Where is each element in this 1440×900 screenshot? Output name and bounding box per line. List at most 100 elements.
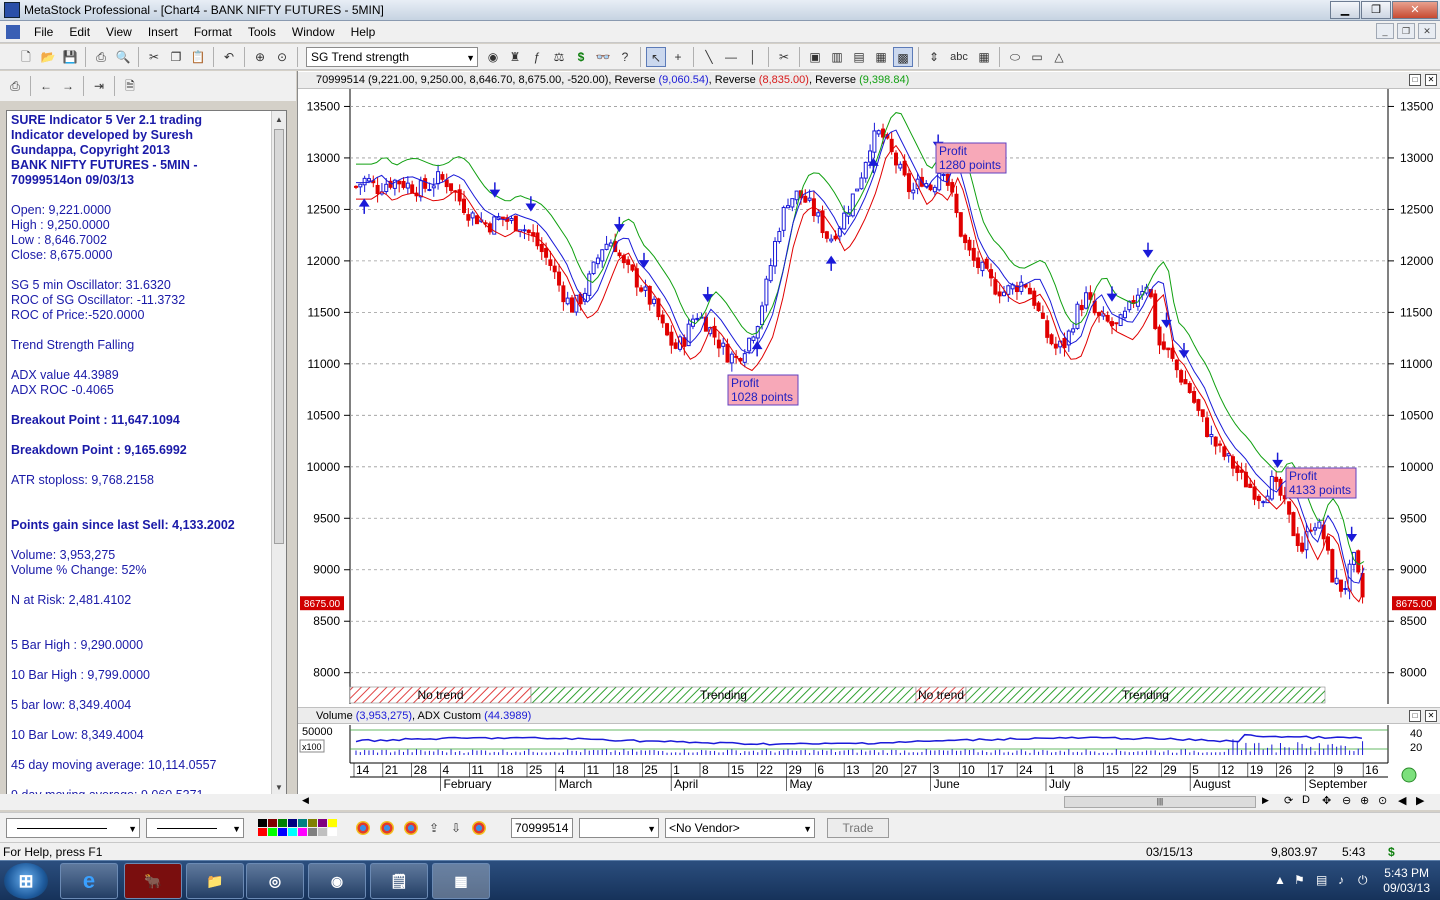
menu-edit[interactable]: Edit [61,25,98,39]
prev-bar-icon[interactable]: ◀ [1398,794,1406,807]
open-icon[interactable]: 📂 [38,47,58,67]
forward-arrow-icon[interactable]: → [58,76,78,96]
vendor-select[interactable]: <No Vendor> ▼ [665,817,815,838]
periodicity-icon[interactable]: D [1302,794,1310,806]
zoom-out-icon[interactable]: ⊖ [1342,794,1351,807]
child-close-button[interactable]: ✕ [1418,23,1436,39]
menu-file[interactable]: File [26,25,61,39]
save-icon[interactable]: 💾 [60,47,80,67]
panel-scrollbar[interactable]: ▲ ▼ [271,111,286,797]
chart-hscrollbar[interactable]: ◀ ||| ▶ ⟳ D ✥ ⊖ ⊕ ⊙ ◀ ▶ [0,794,1440,810]
layout-icon[interactable]: ▩ [893,46,913,67]
chrome-icon[interactable] [380,820,394,835]
ellipse-icon[interactable]: ⬭ [1005,47,1025,67]
horizontal-line-icon[interactable]: — [721,47,741,67]
symbol-field[interactable]: 70999514 [511,817,573,838]
child-restore-button[interactable]: ❐ [1397,23,1415,39]
chrome-taskbar-icon[interactable]: ◉ [308,863,366,899]
scroll-down-icon[interactable]: ▼ [272,781,286,795]
text-tool[interactable]: abc [946,47,972,67]
system-tester-icon[interactable]: ⚖ [549,47,569,67]
media-icon[interactable]: ◎ [246,863,304,899]
trendline-icon[interactable]: ╲ [699,47,719,67]
export-icon[interactable]: ⇪ [424,818,444,838]
close-button[interactable]: ✕ [1392,1,1438,19]
scroll-left-icon[interactable]: ◀ [302,795,309,806]
chart-window[interactable]: 70999514 (9,221.00, 9,250.00, 8,646.70, … [297,71,1440,794]
print-icon[interactable]: ⎙ [5,76,25,96]
start-button[interactable]: ⊞ [4,863,48,899]
scroll-thumb[interactable] [274,129,284,544]
chrome-icon[interactable] [472,820,486,835]
back-arrow-icon[interactable]: ← [36,76,56,96]
rectangle-icon[interactable]: ▭ [1027,47,1047,67]
tile-grid-icon[interactable]: ▦ [871,47,891,67]
zoom-reset-icon[interactable]: ⊙ [1378,794,1387,807]
help-pointer-icon[interactable]: ? [615,47,635,67]
trade-button[interactable]: Trade [827,817,889,838]
chrome-icon[interactable] [356,820,370,835]
print-preview-icon[interactable]: 🔍 [113,47,133,67]
hscroll-thumb[interactable]: ||| [1064,796,1256,808]
commentary-panel[interactable]: SURE Indicator 5 Ver 2.1 trading Indicato… [6,110,287,798]
cut-icon[interactable]: ✂ [144,47,164,67]
scissors-icon[interactable]: ✂ [774,47,794,67]
crosshair-icon[interactable]: ⊕ [250,47,270,67]
chart-taskbar-icon[interactable]: ▦ [432,863,490,899]
indicator-select[interactable]: SG Trend strength ▼ [306,46,478,67]
minimize-button[interactable]: ▁ [1330,1,1360,19]
notes-icon[interactable]: 🗒 [370,863,428,899]
volume-icon[interactable]: ♪ [1338,873,1344,887]
menu-view[interactable]: View [98,25,140,39]
tray-arrow-icon[interactable]: ▲ [1274,873,1286,887]
color-palette[interactable] [258,818,338,837]
chart-document-icon[interactable] [6,24,20,39]
explorer-icon[interactable]: ♜ [505,47,525,67]
document-icon[interactable]: 🗎 [120,76,140,96]
pane-maximize-button[interactable]: □ [1409,710,1421,722]
grid-icon[interactable]: ▦ [974,47,994,67]
print-icon[interactable]: ⎙ [91,47,111,67]
ie-icon[interactable]: e [60,863,118,899]
expert-advisor-icon[interactable]: ◉ [483,47,503,67]
pane-close-button[interactable]: ✕ [1425,710,1437,722]
goto-end-icon[interactable]: ⇥ [89,76,109,96]
restore-button[interactable]: ❐ [1361,1,1391,19]
binoculars-icon[interactable]: 👓 [593,47,613,67]
scroll-up-icon[interactable]: ▲ [272,113,286,127]
power-icon[interactable]: ⏻ [1358,873,1368,888]
folder-icon[interactable]: 📁 [186,863,244,899]
next-bar-icon[interactable]: ▶ [1416,794,1424,807]
menu-format[interactable]: Format [186,25,240,39]
triangle-icon[interactable]: △ [1049,47,1069,67]
menu-tools[interactable]: Tools [240,25,284,39]
price-chart[interactable]: 8000 8000 8500 8500 9000 9000 9500 9500 10000 100… [298,71,1440,794]
clock[interactable]: 5:43 PM 09/03/13 [1383,866,1430,896]
metastock-taskbar-icon[interactable]: 🐂 [124,863,182,899]
tile-horizontal-icon[interactable]: ▤ [849,47,869,67]
menu-help[interactable]: Help [343,25,384,39]
flag-icon[interactable]: ⚑ [1294,873,1305,887]
refresh-icon[interactable]: ⟳ [1284,794,1293,807]
vertical-line-icon[interactable]: │ [743,47,763,67]
import-icon[interactable]: ⇩ [446,818,466,838]
network-icon[interactable]: ▤ [1316,873,1327,887]
line-weight-select[interactable]: ▼ [146,817,244,838]
zoom-in-icon[interactable]: ⊕ [1360,794,1369,807]
paste-icon[interactable]: 📋 [188,47,208,67]
chrome-icon[interactable] [404,820,418,835]
scroll-right-icon[interactable]: ▶ [1262,795,1269,806]
dollar-icon[interactable]: $ [571,47,591,67]
menu-insert[interactable]: Insert [140,25,186,39]
move-icon[interactable]: ✥ [1322,794,1331,807]
menu-window[interactable]: Window [284,25,343,39]
pointer-icon[interactable]: ↖ [646,46,666,67]
split-icon[interactable]: ⇕ [924,47,944,67]
undo-icon[interactable]: ↶ [219,47,239,67]
cascade-icon[interactable]: ▣ [805,47,825,67]
indicator-builder-icon[interactable]: ƒ [527,47,547,67]
periodicity-select[interactable]: ▼ [579,817,659,838]
child-minimize-button[interactable]: _ [1376,23,1394,39]
zoom-icon[interactable]: ⊙ [272,47,292,67]
tile-vertical-icon[interactable]: ▥ [827,47,847,67]
